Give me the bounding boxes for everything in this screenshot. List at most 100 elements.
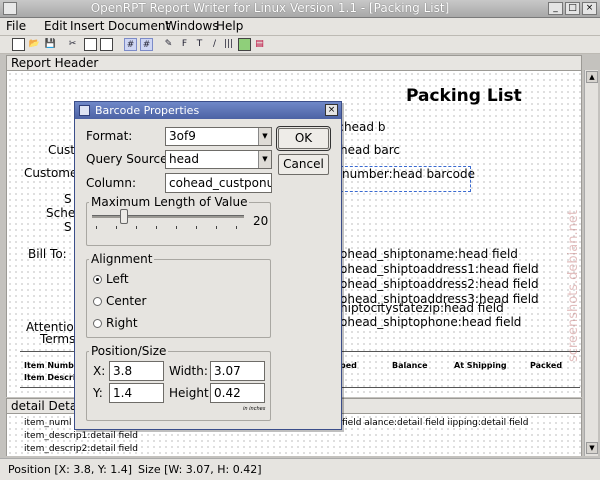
line-icon[interactable]: ∕	[208, 38, 221, 51]
ok-button[interactable]: OK	[276, 126, 331, 151]
query-source-selected-value: head	[169, 152, 199, 166]
window-titlebar[interactable]: OpenRPT Report Writer for Linux Version …	[0, 0, 600, 18]
format-selected-value: 3of9	[169, 129, 196, 143]
snap-grid-icon[interactable]: #	[140, 38, 153, 51]
status-bar: Position [X: 3.8, Y: 1.4] Size [W: 3.07,…	[0, 458, 600, 480]
align-center-radio[interactable]	[93, 297, 102, 306]
align-right-radio[interactable]	[93, 319, 102, 328]
align-center-label[interactable]: Center	[106, 294, 146, 308]
align-right-label[interactable]: Right	[106, 316, 138, 330]
report-title-label[interactable]: Packing List	[406, 86, 522, 106]
label-s[interactable]: S	[64, 192, 72, 206]
menu-file[interactable]: File	[6, 19, 26, 33]
format-select[interactable]: 3of9 ▼	[165, 127, 272, 146]
slider-tick	[216, 226, 217, 229]
slider-tick	[116, 226, 117, 229]
chevron-down-icon[interactable]: ▼	[258, 151, 271, 168]
field-icon[interactable]: F	[178, 38, 191, 51]
x-input[interactable]: 3.8	[109, 361, 164, 381]
text-icon[interactable]: T	[193, 38, 206, 51]
label-s2[interactable]: S	[64, 220, 72, 234]
barcode-icon[interactable]: |||	[222, 38, 235, 51]
field-shiptoaddress2[interactable]: ohead_shiptoaddress2:head field	[340, 277, 539, 291]
field-shiptoname[interactable]: ohead_shiptoname:head field	[340, 247, 518, 261]
menu-edit[interactable]: Edit	[44, 19, 67, 33]
height-input[interactable]: 0.42	[210, 383, 265, 403]
detail-balance-fields[interactable]: field alance:detail field iipping:detail…	[342, 418, 528, 428]
status-size: Size [W: 3.07, H: 0.42]	[138, 463, 262, 476]
field-shiptophone[interactable]: ohead_shiptophone:head field	[340, 315, 521, 329]
dialog-title: Barcode Properties	[95, 104, 200, 117]
field-head-barcode[interactable]: number:head barcode	[342, 167, 475, 181]
menu-windows[interactable]: Windows	[165, 19, 219, 33]
window-title: OpenRPT Report Writer for Linux Version …	[90, 1, 450, 15]
column-balance[interactable]: Balance	[392, 361, 428, 370]
detail-item-descrip2[interactable]: item_descrip2:detail field	[24, 444, 138, 454]
toolbar: 📂 💾 ✂ # # ✎ F T ∕ ||| ▤	[0, 36, 600, 54]
width-label: Width:	[169, 364, 208, 378]
column-label: Column:	[86, 176, 136, 190]
slider-tick	[236, 226, 237, 229]
detail-item-descrip1[interactable]: item_descrip1:detail field	[24, 431, 138, 441]
y-label: Y:	[93, 386, 103, 400]
label-cust[interactable]: Cust	[48, 143, 75, 157]
chevron-down-icon[interactable]: ▼	[258, 128, 271, 145]
max-length-slider-thumb[interactable]	[119, 209, 128, 224]
label-custome[interactable]: Custome	[24, 166, 77, 180]
graph-icon[interactable]: ▤	[253, 38, 266, 51]
column-item-number[interactable]: Item Numbe	[24, 361, 79, 370]
align-left-label[interactable]: Left	[106, 272, 129, 286]
slider-tick	[156, 226, 157, 229]
report-header-section-label[interactable]: Report Header	[6, 55, 582, 71]
alignment-label: Alignment	[89, 252, 155, 266]
barcode-properties-dialog: Barcode Properties × Format: 3of9 ▼ Quer…	[74, 101, 342, 430]
dialog-menu-icon[interactable]	[79, 105, 90, 116]
close-button[interactable]: ×	[582, 2, 597, 15]
field-head-b[interactable]: :head b	[340, 120, 385, 134]
field-head-barc[interactable]: head barc	[340, 143, 400, 157]
cut-icon[interactable]: ✂	[66, 38, 79, 51]
slider-tick	[96, 226, 97, 229]
label-bill-to[interactable]: Bill To:	[28, 247, 67, 261]
max-length-value: 20	[253, 214, 269, 228]
width-input[interactable]: 3.07	[210, 361, 265, 381]
open-icon[interactable]: 📂	[28, 38, 41, 51]
rectangle-icon[interactable]	[238, 38, 251, 51]
cancel-button[interactable]: Cancel	[278, 154, 329, 175]
detail-item-number[interactable]: item_numl	[24, 418, 72, 428]
column-shipped[interactable]: ped	[340, 361, 357, 370]
y-input[interactable]: 1.4	[109, 383, 164, 403]
scroll-down-icon[interactable]: ▼	[586, 442, 598, 454]
watermark-text: screenshots.debian.net	[566, 210, 581, 362]
position-size-label: Position/Size	[89, 344, 169, 358]
menu-help[interactable]: Help	[216, 19, 243, 33]
minimize-button[interactable]: _	[548, 2, 563, 15]
grid-icon[interactable]: #	[124, 38, 137, 51]
query-source-select[interactable]: head ▼	[165, 150, 272, 169]
column-packed[interactable]: Packed	[530, 361, 562, 370]
scroll-up-icon[interactable]: ▲	[586, 71, 598, 83]
menu-insert[interactable]: Insert	[70, 19, 104, 33]
select-icon[interactable]: ✎	[162, 38, 175, 51]
max-length-slider-track[interactable]	[92, 215, 244, 218]
menu-document[interactable]: Document	[108, 19, 170, 33]
save-icon[interactable]: 💾	[44, 38, 57, 51]
paste-icon[interactable]	[100, 38, 113, 51]
align-left-radio[interactable]	[93, 275, 102, 284]
new-icon[interactable]	[12, 38, 25, 51]
field-shiptoaddress1[interactable]: ohead_shiptoaddress1:head field	[340, 262, 539, 276]
column-at-shipping[interactable]: At Shipping	[454, 361, 507, 370]
field-shiptocitystatezip[interactable]: hiptocitystatezip:head field	[340, 301, 504, 315]
x-label: X:	[93, 364, 106, 378]
label-sche[interactable]: Sche	[46, 206, 75, 220]
menu-bar: File Edit Insert Document Windows Help	[0, 18, 600, 36]
format-label: Format:	[86, 129, 133, 143]
dialog-close-icon[interactable]: ×	[325, 104, 338, 116]
copy-icon[interactable]	[84, 38, 97, 51]
maximize-button[interactable]: □	[565, 2, 580, 15]
status-position: Position [X: 3.8, Y: 1.4]	[8, 463, 133, 476]
label-terms[interactable]: Terms	[40, 332, 75, 346]
dialog-titlebar[interactable]: Barcode Properties ×	[75, 102, 341, 119]
column-input[interactable]: cohead_custponumb	[165, 173, 272, 193]
units-note: in inches	[243, 406, 266, 412]
